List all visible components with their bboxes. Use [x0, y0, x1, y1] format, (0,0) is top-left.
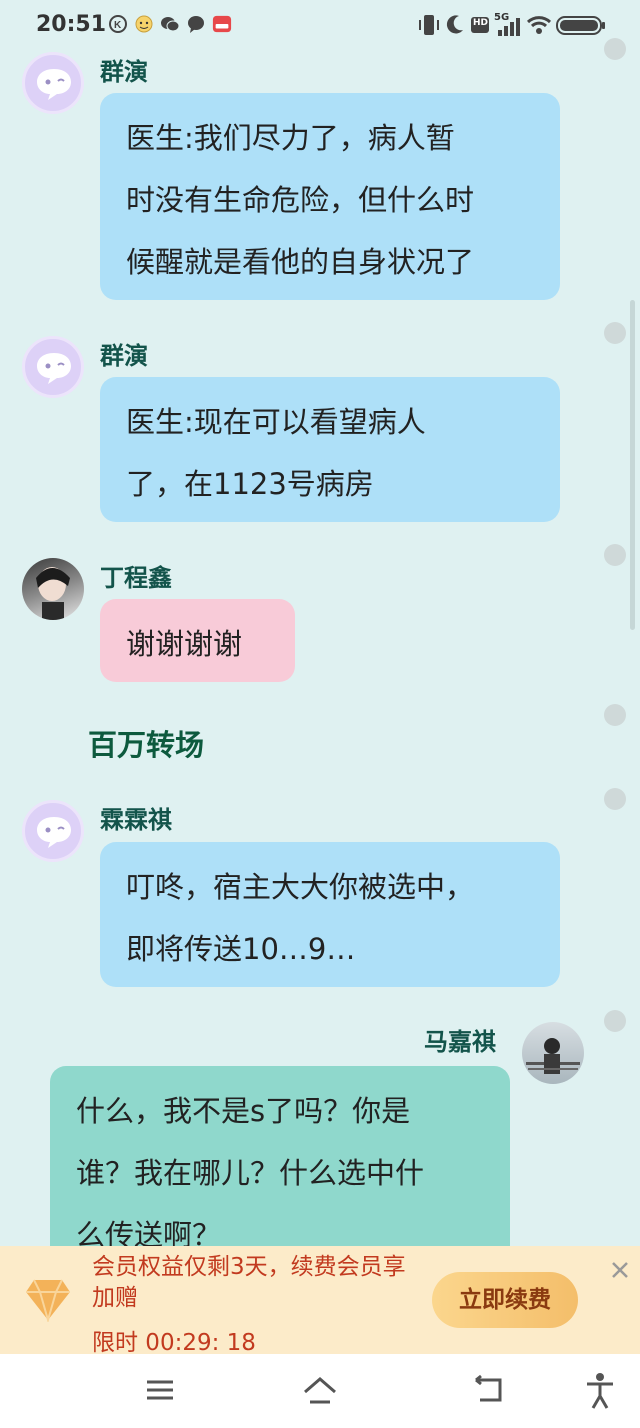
message-line: 么传送啊？ [76, 1218, 222, 1246]
message-line: 叮咚，宿主大大你被选中， [126, 870, 475, 904]
message-line: 什么，我不是s了吗？你是 [76, 1094, 411, 1128]
message-line: 了，在1123号病房 [126, 467, 374, 501]
renew-button[interactable]: 立即续费 [432, 1272, 578, 1328]
chat-face-icon [37, 817, 71, 848]
message-dot [604, 704, 626, 726]
message-bubble[interactable]: 医生:我们尽力了，病人暂 时没有生命危险，但什么时 候醒就是看他的自身状况了 [100, 93, 560, 300]
message-bubble[interactable]: 叮咚，宿主大大你被选中， 即将传送10…9… [100, 842, 560, 987]
narration-text: 百万转场 [88, 728, 205, 762]
scrollbar[interactable] [630, 300, 635, 630]
sender-name: 丁程鑫 [100, 564, 172, 592]
close-icon[interactable] [606, 1256, 634, 1284]
person-photo-icon [36, 567, 70, 620]
membership-promo-banner[interactable]: 会员权益仅剩3天，续费会员享加赠 限时 00:29: 18 立即续费 [0, 1246, 640, 1356]
message-bubble[interactable]: 谢谢谢谢 [100, 599, 295, 682]
message-line: 即将传送10…9… [126, 932, 356, 966]
system-nav-bar [0, 1354, 640, 1428]
bot-avatar[interactable] [22, 336, 84, 398]
home-icon[interactable] [302, 1372, 338, 1408]
chat-face-icon [37, 69, 71, 100]
promo-message: 会员权益仅剩3天，续费会员享加赠 [92, 1254, 406, 1311]
promo-countdown: 限时 00:29: 18 [92, 1330, 256, 1356]
sender-name: 霖霖祺 [100, 806, 172, 834]
message-dot [604, 322, 626, 344]
message-line: 候醒就是看他的自身状况了 [126, 245, 475, 279]
sender-name: 群演 [100, 342, 148, 370]
message-line: 医生:我们尽力了，病人暂 [126, 121, 455, 155]
message-bubble[interactable]: 什么，我不是s了吗？你是 谁？我在哪儿？什么选中什 么传送啊？ [50, 1066, 510, 1246]
message-dot [604, 544, 626, 566]
message-dot [604, 788, 626, 810]
message-line: 谢谢谢谢 [126, 627, 243, 661]
sender-name: 群演 [100, 58, 148, 86]
message-bubble[interactable]: 医生:现在可以看望病人 了，在1123号病房 [100, 377, 560, 522]
sender-name: 马嘉祺 [424, 1028, 496, 1056]
bot-avatar[interactable] [22, 800, 84, 862]
message-line: 医生:现在可以看望病人 [126, 405, 426, 439]
photo-avatar[interactable] [22, 558, 84, 620]
bot-avatar[interactable] [22, 52, 84, 114]
chat-area[interactable]: 群演 医生:我们尽力了，病人暂 时没有生命危险，但什么时 候醒就是看他的自身状况… [0, 0, 640, 1246]
chat-face-icon [37, 353, 71, 384]
message-line: 谁？我在哪儿？什么选中什 [76, 1156, 425, 1190]
message-line: 时没有生命危险，但什么时 [126, 183, 475, 217]
photo-avatar[interactable] [522, 1022, 584, 1084]
diamond-icon [26, 1279, 70, 1322]
message-dot [604, 38, 626, 60]
accessibility-icon[interactable] [584, 1372, 616, 1410]
message-dot [604, 1010, 626, 1032]
menu-icon[interactable] [144, 1372, 176, 1408]
person-photo-icon [526, 1038, 580, 1074]
back-icon[interactable] [470, 1372, 506, 1408]
